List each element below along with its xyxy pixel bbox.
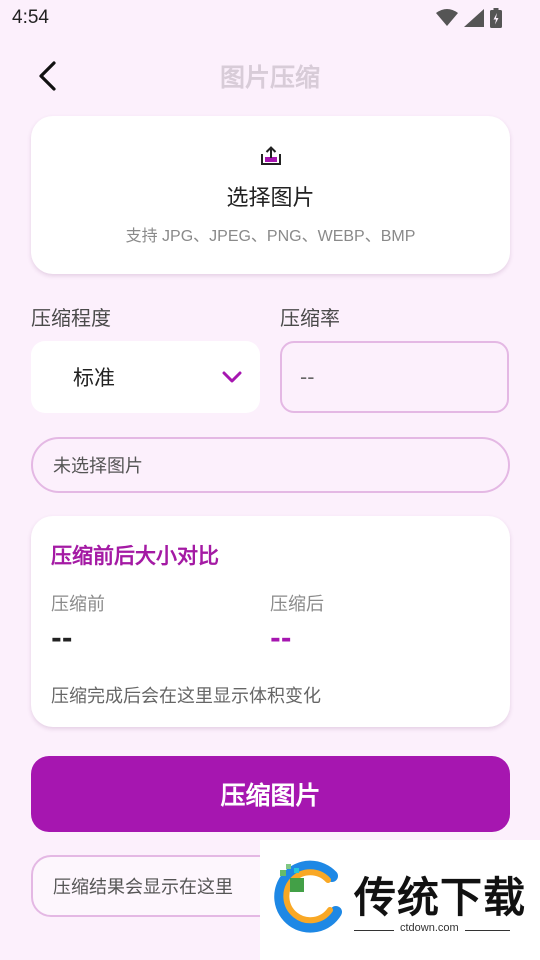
after-size-label: 压缩后 <box>270 594 324 615</box>
cellular-signal-icon <box>464 9 484 27</box>
size-comparison-card: 压缩前后大小对比 压缩前 压缩后 -- -- 压缩完成后会在这里显示体积变化 <box>31 516 510 727</box>
chevron-down-icon <box>222 371 242 383</box>
watermark-domain: ctdown.com <box>394 922 465 934</box>
wifi-icon <box>436 9 458 26</box>
status-time: 4:54 <box>12 7 49 28</box>
app-header: 图片压缩 <box>0 50 540 100</box>
watermark: 传统下载 ctdown.com <box>260 840 540 960</box>
ctdown-logo-icon <box>274 860 342 933</box>
compression-level-label: 压缩程度 <box>31 306 111 330</box>
compress-image-button[interactable]: 压缩图片 <box>31 756 510 832</box>
battery-icon <box>490 8 502 28</box>
size-comparison-note: 压缩完成后会在这里显示体积变化 <box>51 686 321 707</box>
watermark-brand: 传统下载 <box>354 873 527 922</box>
select-image-card[interactable]: 选择图片 支持 JPG、JPEG、PNG、WEBP、BMP <box>31 116 510 274</box>
compression-ratio-value: -- <box>300 365 315 389</box>
status-icons <box>436 8 502 28</box>
compression-ratio-field[interactable]: -- <box>280 341 509 413</box>
compression-level-value: 标准 <box>73 366 115 390</box>
status-bar: 4:54 <box>0 0 540 36</box>
upload-icon <box>260 146 281 165</box>
compression-ratio-label: 压缩率 <box>280 306 340 330</box>
after-size-value: -- <box>270 624 292 654</box>
selected-file-status: 未选择图片 <box>31 437 510 493</box>
before-size-label: 压缩前 <box>51 594 105 615</box>
size-comparison-title: 压缩前后大小对比 <box>51 544 219 568</box>
compression-level-dropdown[interactable]: 标准 <box>31 341 260 413</box>
upload-icon-wrap <box>31 146 510 166</box>
page-title: 图片压缩 <box>219 63 320 92</box>
supported-formats-hint: 支持 JPG、JPEG、PNG、WEBP、BMP <box>125 228 416 245</box>
select-image-title: 选择图片 <box>226 186 315 211</box>
before-size-value: -- <box>51 624 73 654</box>
